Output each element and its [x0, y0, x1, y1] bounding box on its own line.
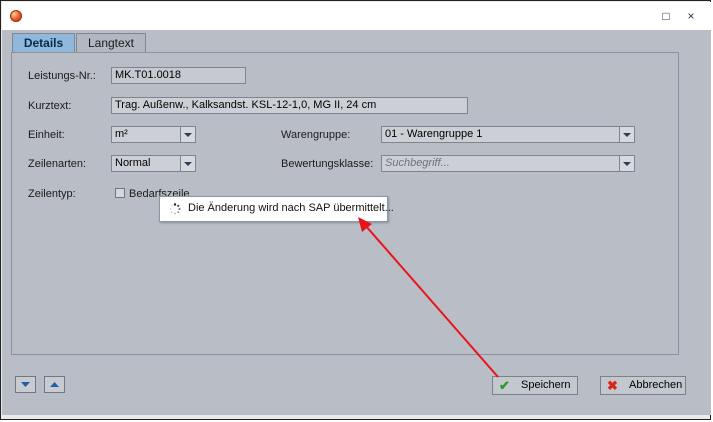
- annotation-arrow: [358, 217, 499, 378]
- annotation-arrow-line: [364, 224, 499, 378]
